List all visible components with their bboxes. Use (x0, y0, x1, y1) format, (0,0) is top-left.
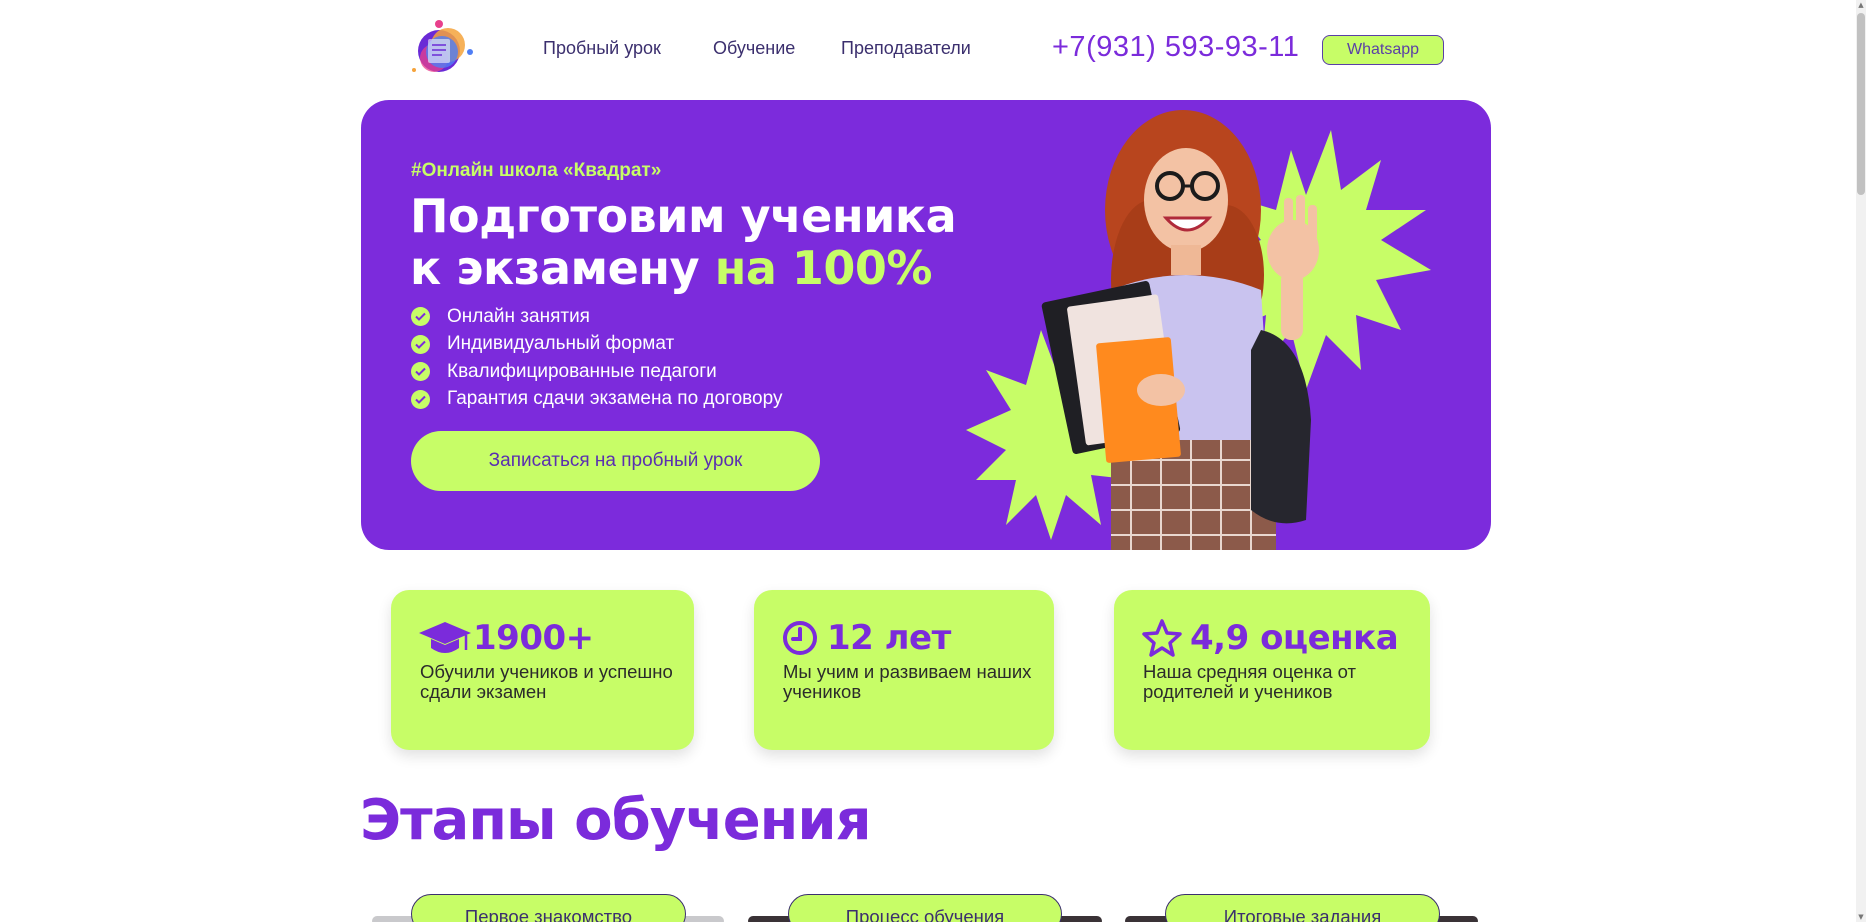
hero-banner: #Онлайн школа «Квадрат» Подготовим учени… (361, 100, 1491, 550)
stat-value: 12 лет (827, 618, 951, 658)
feature-text: Индивидуальный формат (447, 333, 675, 355)
stat-card-years: 12 лет Мы учим и развиваем наших ученико… (754, 590, 1054, 750)
school-logo[interactable] (406, 18, 476, 80)
stat-description: Наша средняя оценка от родителей и учени… (1143, 661, 1356, 702)
stages-section-title: Этапы обучения (360, 788, 872, 853)
stat-head: 12 лет (782, 618, 951, 658)
feature-item: Гарантия сдачи экзамена по договору (411, 386, 782, 414)
stat-value: 1900+ (473, 618, 594, 658)
hero-title-line2: к экзамену (410, 241, 700, 295)
hero-title-accent: на 100% (714, 241, 933, 295)
stage-tab-learning-process[interactable]: Процесс обучения (788, 894, 1062, 922)
stat-head: 4,9 оценка (1142, 618, 1399, 658)
feature-text: Квалифицированные педагоги (447, 360, 717, 382)
stat-card-rating: 4,9 оценка Наша средняя оценка от родите… (1114, 590, 1430, 750)
star-icon (1142, 618, 1190, 658)
graduation-cap-icon (419, 618, 473, 658)
check-icon (411, 334, 430, 354)
hero-title: Подготовим ученика к экзамену на 100% (410, 189, 957, 295)
nav-trial-lesson[interactable]: Пробный урок (543, 38, 661, 59)
scroll-down-icon[interactable]: ▼ (1856, 912, 1866, 922)
student-illustration (966, 110, 1431, 550)
stage-tab-final-tasks[interactable]: Итоговые задания (1165, 894, 1440, 922)
scrollbar-thumb[interactable] (1857, 13, 1865, 195)
feature-list: Онлайн занятия Индивидуальный формат Ква… (411, 303, 782, 413)
feature-item: Квалифицированные педагоги (411, 358, 782, 386)
stat-head: 1900+ (419, 618, 594, 658)
whatsapp-button[interactable]: Whatsapp (1322, 35, 1444, 65)
stat-description: Мы учим и развиваем наших учеников (783, 661, 1032, 702)
feature-item: Индивидуальный формат (411, 331, 782, 359)
nav-teachers[interactable]: Преподаватели (841, 38, 971, 59)
check-icon (411, 362, 430, 382)
site-header: Пробный урок Обучение Преподаватели +7(9… (0, 0, 1856, 100)
hero-title-line1: Подготовим ученика (410, 189, 957, 243)
stat-description: Обучили учеников и успешно сдали экзамен (420, 661, 673, 702)
feature-text: Онлайн занятия (447, 305, 590, 327)
vertical-scrollbar[interactable]: ▲ ▼ (1856, 0, 1866, 922)
check-icon (411, 307, 430, 327)
trial-lesson-cta-button[interactable]: Записаться на пробный урок (411, 431, 820, 491)
nav-learning[interactable]: Обучение (713, 38, 795, 59)
check-icon (411, 389, 430, 409)
stat-card-students: 1900+ Обучили учеников и успешно сдали э… (391, 590, 694, 750)
logo-icon (412, 20, 473, 72)
stat-value: 4,9 оценка (1190, 618, 1399, 658)
hero-tagline: #Онлайн школа «Квадрат» (411, 160, 662, 181)
feature-text: Гарантия сдачи экзамена по договору (447, 388, 783, 410)
scroll-up-icon[interactable]: ▲ (1856, 0, 1866, 10)
phone-link[interactable]: +7(931) 593-93-11 (1052, 31, 1299, 64)
feature-item: Онлайн занятия (411, 303, 782, 331)
clock-icon (782, 618, 827, 658)
stage-tab-first-meeting[interactable]: Первое знакомство (411, 894, 686, 922)
